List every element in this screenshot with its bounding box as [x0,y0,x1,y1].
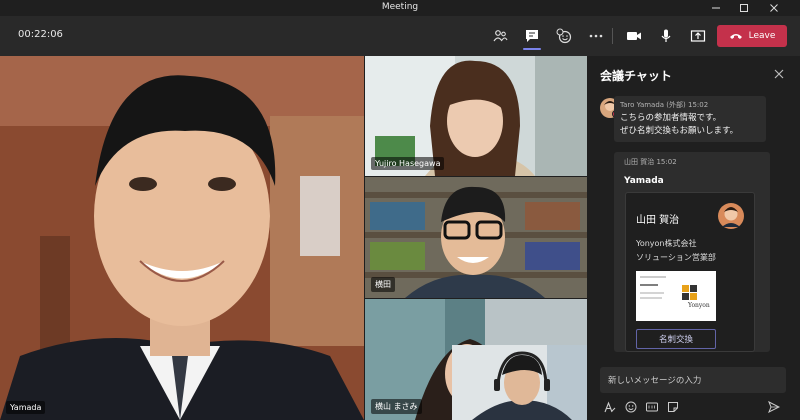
chat-message[interactable]: Taro Yamada (外部) 15:02 こちらの参加者情報です。 ぜひ名刺… [614,96,766,142]
message-text: こちらの参加者情報です。 [620,113,722,123]
microphone-button[interactable] [654,24,678,48]
more-icon [589,34,603,38]
share-screen-icon [690,30,706,42]
chat-panel-title: 会議チャット [600,69,672,83]
smiley-icon [556,28,572,44]
business-card-image: Yonyon [636,271,716,321]
card-person-name: 山田 賀治 [636,215,680,226]
toolbar-divider [612,28,613,44]
participant-name-tag: Yujiro Hasegawa [371,157,445,170]
camera-button[interactable] [622,24,646,48]
card-department: ソリューション営業部 [636,253,716,262]
video-tile-4[interactable]: 横山 まさみ [365,299,587,420]
compose-placeholder: 新しいメッセージの入力 [608,376,702,386]
card-avatar [718,203,744,229]
card-company: Yonyon株式会社 [636,239,697,248]
video-tile-3[interactable]: 横田 [365,177,587,298]
send-icon [768,401,780,413]
gif-icon [646,402,658,412]
leave-button[interactable]: Leave [717,25,787,47]
exchange-card-button[interactable]: 名刺交換 [636,329,716,349]
more-options-button[interactable] [584,24,608,48]
main-video-tile[interactable]: Yamada [0,56,364,420]
close-window-button[interactable] [760,0,788,16]
participant-video-image [365,177,587,298]
microphone-icon [661,29,671,42]
self-view-image [452,345,587,420]
message-time: 15:02 [688,101,709,109]
message-text: ぜひ名刺交換もお願いします。 [620,126,739,136]
share-screen-button[interactable] [686,24,710,48]
format-button[interactable] [604,401,616,413]
sticker-button[interactable] [667,401,679,413]
reactions-button[interactable] [552,24,576,48]
card-heading: Yamada [624,176,664,186]
participant-name-tag: Yamada [6,401,46,414]
participants-button[interactable] [488,24,512,48]
meeting-toolbar: 00:22:06 Leave [0,16,800,56]
participant-video-image [0,56,364,420]
people-icon [493,30,508,42]
message-compose-box[interactable]: 新しいメッセージの入力 [600,367,786,393]
meeting-timer: 00:22:06 [18,29,63,40]
video-camera-icon [627,32,641,40]
chat-icon [526,30,538,42]
message-sender: 山田 賀治 [624,158,655,166]
participant-name-tag: 横山 まさみ [371,399,422,414]
emoji-icon [625,401,637,413]
maximize-button[interactable] [730,0,758,16]
participant-name-tag: 横田 [371,277,395,292]
video-tile-2[interactable]: Yujiro Hasegawa [365,56,587,176]
hang-up-icon [729,34,742,39]
message-sender: Taro Yamada (外部) [620,101,686,109]
send-button[interactable] [768,401,780,413]
window-title: Meeting [381,2,419,12]
message-time: 15:02 [656,158,677,166]
message-meta: 山田 賀治 15:02 [624,157,677,167]
card-logo-text: Yonyon [688,302,710,309]
close-chat-button[interactable] [774,68,784,82]
message-meta: Taro Yamada (外部) 15:02 [620,100,760,110]
chat-button[interactable] [520,24,544,50]
emoji-button[interactable] [625,401,637,413]
gif-button[interactable] [646,401,658,413]
self-view-tile[interactable] [452,345,587,420]
business-card: 山田 賀治 Yonyon株式会社 ソリューション営業部 Yonyon 名刺交換 [625,192,755,352]
sticker-icon [668,402,678,412]
leave-label: Leave [748,31,776,41]
close-icon [774,69,784,79]
minimize-button[interactable] [702,0,730,16]
meeting-chat-panel: 会議チャット Taro Yamada (外部) 15:02 こちらの参加者情報で… [588,56,800,420]
title-bar: Meeting [0,0,800,16]
chat-message[interactable]: 山田 賀治 15:02 Yamada 山田 賀治 Yonyon株式会社 ソリュー… [614,152,770,352]
format-text-icon [604,401,616,413]
